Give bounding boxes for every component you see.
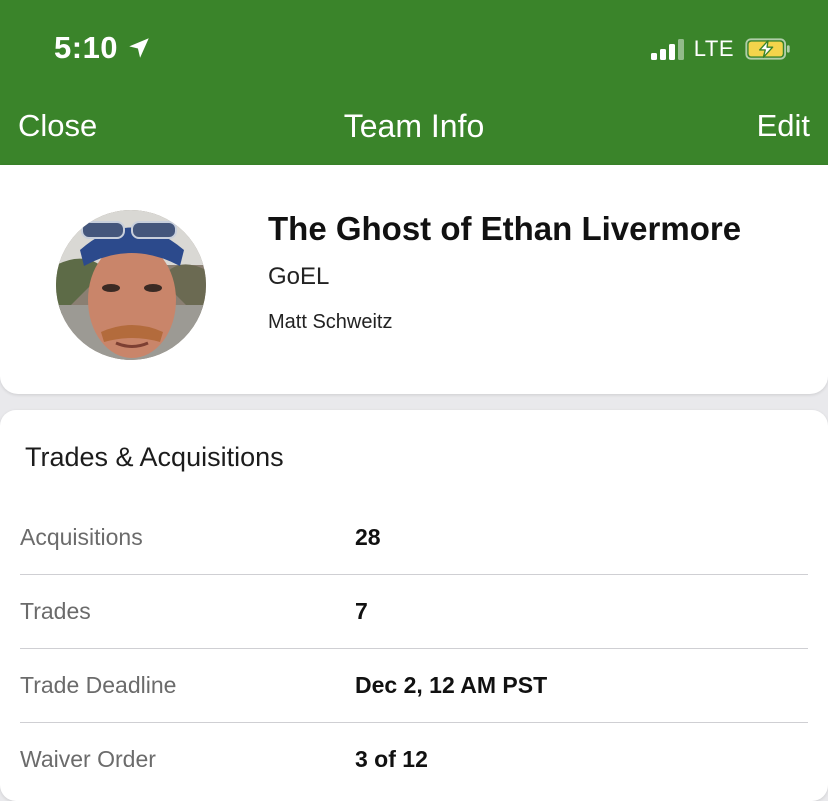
team-abbreviation: GoEL (268, 263, 330, 290)
row-label: Trades (20, 597, 91, 624)
edit-button[interactable]: Edit (757, 108, 810, 144)
row-label: Waiver Order (20, 745, 156, 772)
network-type: LTE (693, 36, 734, 61)
page-title: Team Info (343, 108, 485, 144)
info-row-acquisitions: Acquisitions 28 (20, 500, 808, 574)
avatar-photo (56, 210, 206, 360)
row-label: Trade Deadline (20, 671, 177, 698)
close-button[interactable]: Close (18, 108, 97, 144)
info-row-trades: Trades 7 (20, 574, 808, 648)
battery-charging-icon (745, 38, 790, 60)
status-time: 5:10 (54, 30, 152, 66)
status-time-text: 5:10 (54, 30, 119, 65)
nav-title-wrap: Team Info (0, 108, 828, 145)
app-header: 5:10 LTE Close Team Info Edit (0, 0, 828, 175)
row-value: 3 of 12 (355, 745, 428, 772)
trades-acquisitions-card: Trades & Acquisitions Acquisitions 28 Tr… (0, 410, 828, 801)
status-indicators: LTE (650, 36, 792, 62)
row-label: Acquisitions (20, 523, 143, 550)
team-name: The Ghost of Ethan Livermore (268, 210, 742, 247)
section-title: Trades & Acquisitions (25, 442, 284, 472)
info-row-trade-deadline: Trade Deadline Dec 2, 12 AM PST (20, 648, 808, 722)
team-profile-card: The Ghost of Ethan Livermore GoEL Matt S… (0, 165, 828, 394)
row-value: 28 (355, 523, 381, 550)
cell-signal-icon (650, 38, 684, 60)
team-owner: Matt Schweitz (268, 311, 393, 333)
row-value: 7 (355, 597, 368, 624)
location-arrow-icon (129, 38, 149, 58)
info-row-waiver-order: Waiver Order 3 of 12 (20, 722, 808, 796)
row-value: Dec 2, 12 AM PST (355, 671, 548, 698)
team-avatar[interactable] (56, 210, 206, 360)
